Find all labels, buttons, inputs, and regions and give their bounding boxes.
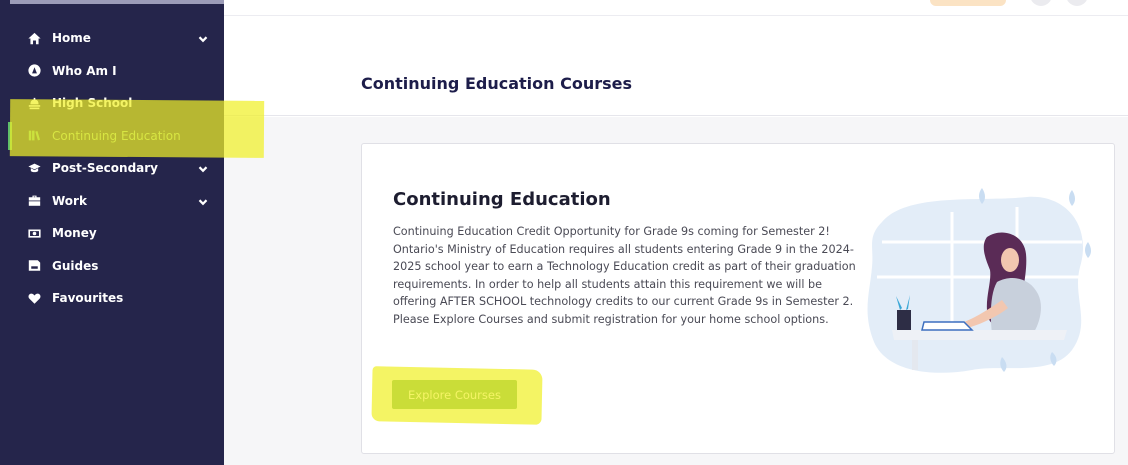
sidebar-item-post-secondary[interactable]: Post-Secondary <box>0 152 224 185</box>
sidebar-item-high-school[interactable]: High School <box>0 87 224 120</box>
sidebar-item-guides[interactable]: Guides <box>0 250 224 283</box>
card-description: Continuing Education Credit Opportunity … <box>393 225 856 326</box>
sidebar-nav: Home Who Am I High School Continuing Edu… <box>0 22 224 315</box>
books-icon <box>27 129 41 143</box>
sidebar-item-continuing-education[interactable]: Continuing Education <box>0 120 224 153</box>
chevron-down-icon[interactable] <box>198 196 208 206</box>
page-header: Continuing Education Courses <box>224 17 1128 116</box>
sidebar-item-label: Home <box>52 31 91 46</box>
sidebar: Home Who Am I High School Continuing Edu… <box>0 0 224 465</box>
sidebar-item-label: Who Am I <box>52 63 117 78</box>
sidebar-item-label: Favourites <box>52 291 124 306</box>
sidebar-item-work[interactable]: Work <box>0 185 224 218</box>
sidebar-item-label: Work <box>52 193 87 208</box>
active-indicator <box>8 121 12 150</box>
school-bell-icon <box>27 96 41 110</box>
guide-icon <box>27 259 41 273</box>
sidebar-item-label: Continuing Education <box>52 128 181 143</box>
money-bill-icon <box>27 226 41 240</box>
sidebar-item-money[interactable]: Money <box>0 217 224 250</box>
home-icon <box>27 31 41 45</box>
heart-icon <box>27 291 41 305</box>
sidebar-item-home[interactable]: Home <box>0 22 224 55</box>
sidebar-item-label: Guides <box>52 258 99 273</box>
student-studying-illustration <box>867 188 1091 373</box>
explore-courses-button[interactable]: Explore Courses <box>392 380 517 409</box>
sidebar-item-who-am-i[interactable]: Who Am I <box>0 55 224 88</box>
sidebar-item-label: High School <box>52 96 133 111</box>
sidebar-item-label: Money <box>52 226 97 241</box>
chevron-down-icon[interactable] <box>198 33 208 43</box>
sidebar-item-label: Post-Secondary <box>52 161 159 176</box>
sidebar-top-divider <box>10 0 224 4</box>
top-action-pill[interactable] <box>930 0 1006 6</box>
app-root: Home Who Am I High School Continuing Edu… <box>0 0 1128 465</box>
briefcase-icon <box>27 194 41 208</box>
card-title: Continuing Education <box>393 189 611 210</box>
sidebar-item-favourites[interactable]: Favourites <box>0 282 224 315</box>
course-card: Continuing Education Continuing Educatio… <box>361 143 1115 454</box>
chevron-down-icon[interactable] <box>198 163 208 173</box>
graduation-cap-icon <box>27 161 41 175</box>
user-circle-icon <box>27 64 41 78</box>
page-title: Continuing Education Courses <box>361 74 632 93</box>
